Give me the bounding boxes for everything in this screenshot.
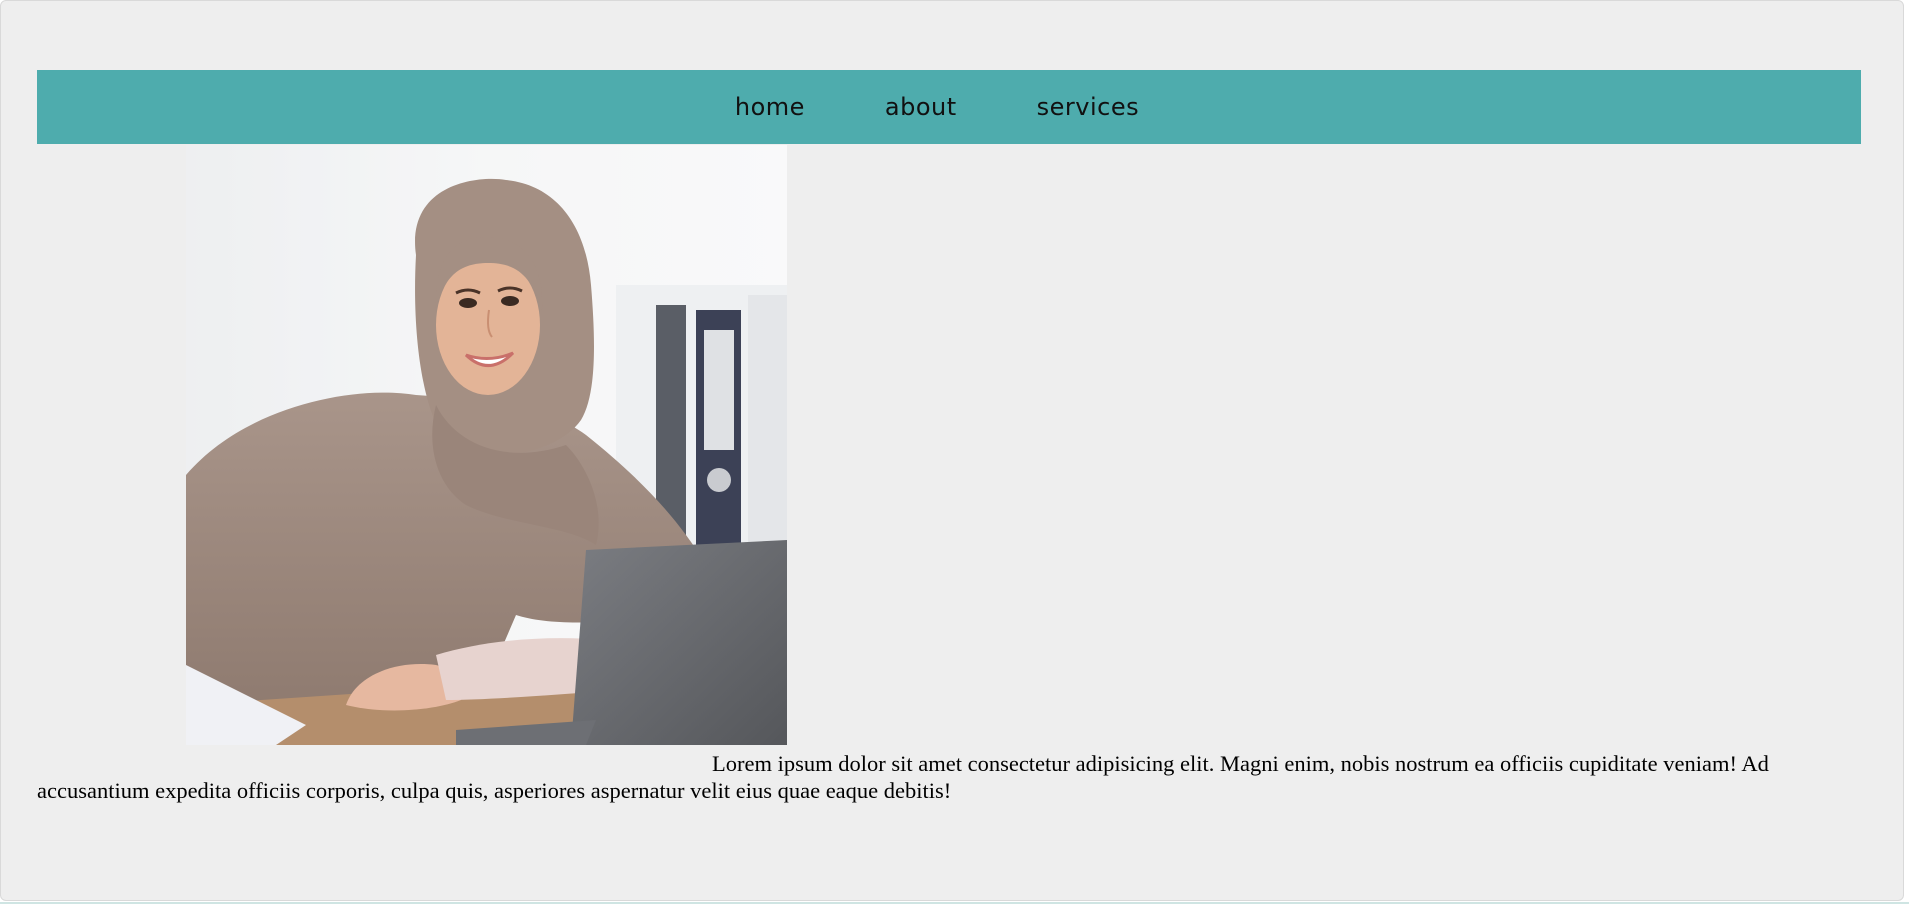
nav-link-about[interactable]: about xyxy=(845,93,997,121)
viewport-bottom-edge xyxy=(0,902,1909,904)
nav-item-about: about xyxy=(845,93,997,121)
intro-paragraph: Lorem ipsum dolor sit amet consectetur a… xyxy=(37,751,1769,803)
nav-list: home about services xyxy=(695,93,1179,121)
nav-link-home[interactable]: home xyxy=(695,93,845,121)
nav-link-services[interactable]: services xyxy=(997,93,1179,121)
woman-at-desk-photo-icon xyxy=(186,145,787,745)
nav-item-services: services xyxy=(997,93,1179,121)
nav-item-home: home xyxy=(695,93,845,121)
top-navbar: home about services xyxy=(37,70,1861,144)
hero-image xyxy=(186,145,787,745)
